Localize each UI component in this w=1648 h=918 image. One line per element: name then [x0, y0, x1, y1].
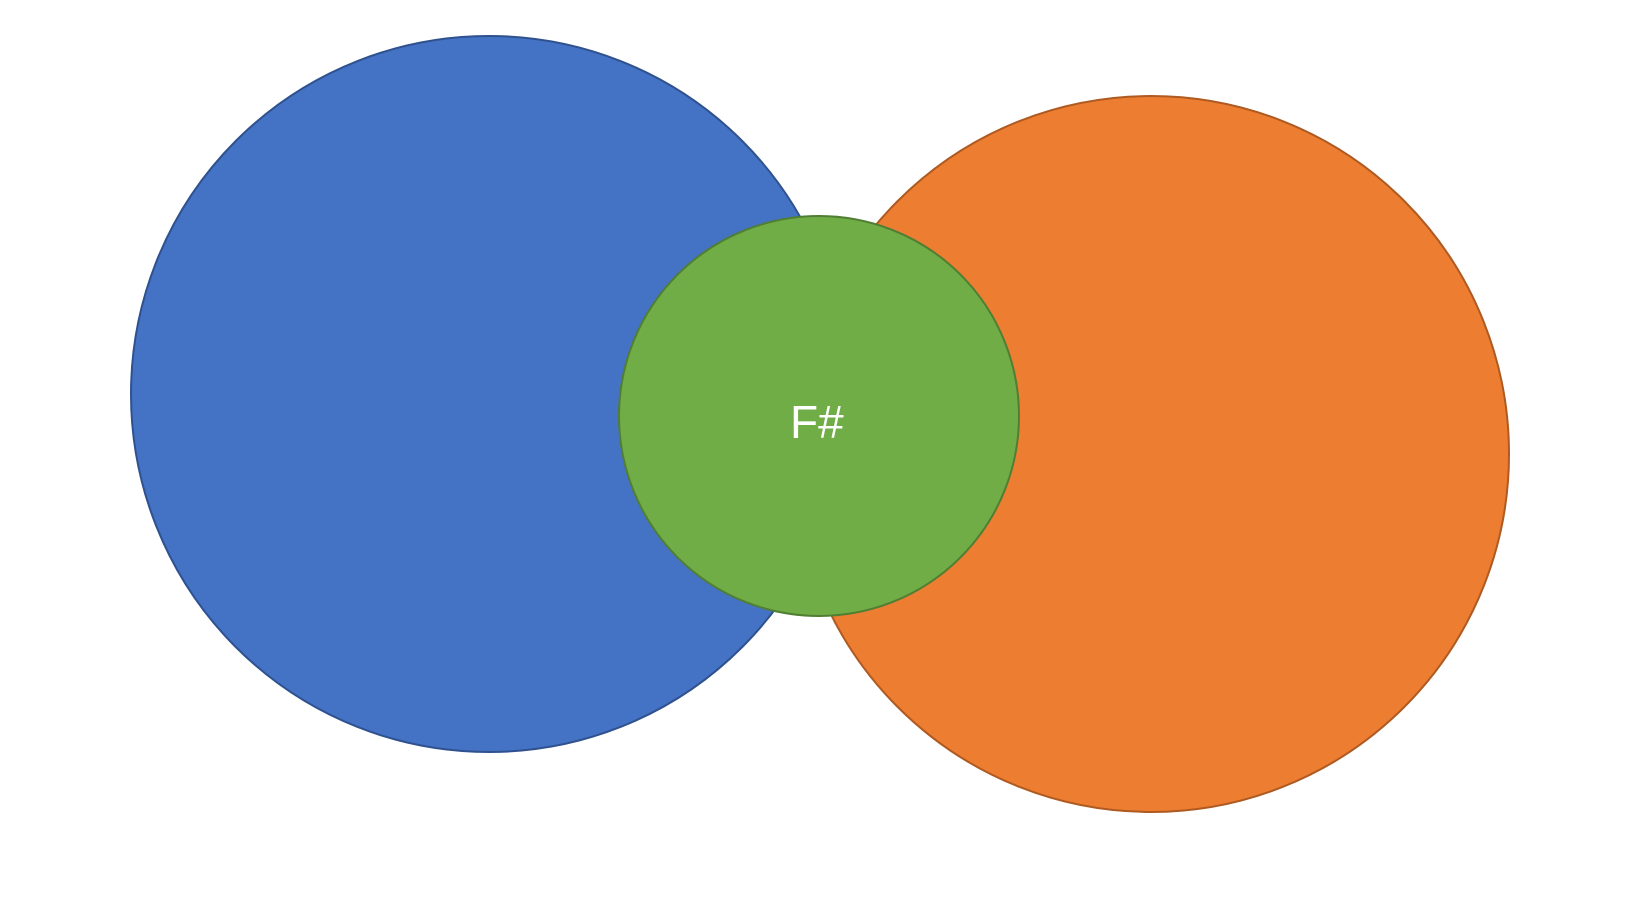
- label-fsharp: F#: [790, 395, 844, 449]
- venn-diagram: .NET F# JavaScript/Node: [0, 0, 1648, 918]
